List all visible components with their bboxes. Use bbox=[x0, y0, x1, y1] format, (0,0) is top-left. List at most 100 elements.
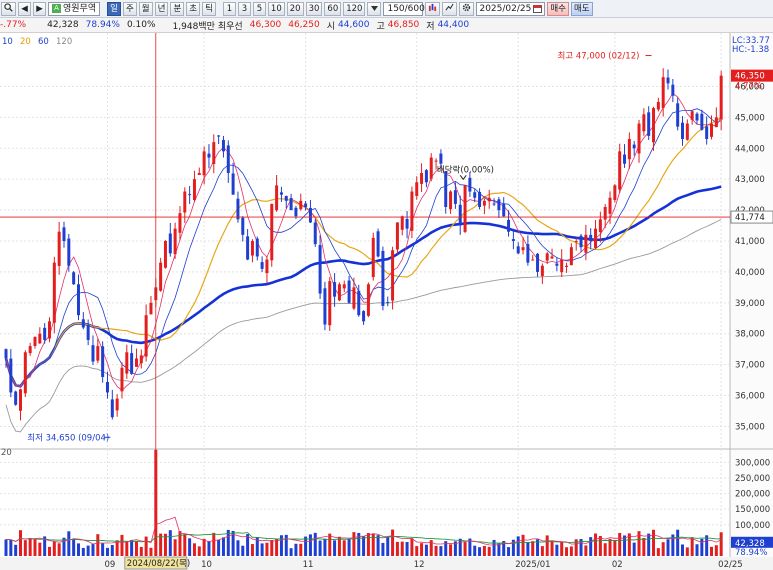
date-axis-label: 12 bbox=[414, 560, 425, 570]
date-axis-label: 02/25 bbox=[718, 560, 743, 570]
volume-bar bbox=[207, 541, 211, 556]
volume-bar bbox=[246, 534, 250, 556]
chart-background bbox=[0, 33, 773, 570]
volume-bar bbox=[521, 534, 525, 556]
volume-bar bbox=[695, 544, 699, 556]
search-icon[interactable] bbox=[1, 1, 16, 16]
volume-bar bbox=[661, 542, 665, 556]
gear-icon[interactable] bbox=[459, 1, 475, 16]
price-axis-label: 41,000 bbox=[735, 237, 765, 247]
period-month[interactable]: 월 bbox=[138, 1, 153, 16]
date-axis-background bbox=[0, 557, 773, 570]
period-second[interactable]: 초 bbox=[186, 1, 201, 16]
volume-bar bbox=[676, 529, 680, 556]
next-stock-button[interactable]: ▶ bbox=[33, 1, 46, 16]
low-label: 저 bbox=[426, 21, 435, 32]
date-axis-label: 10 bbox=[201, 560, 212, 570]
volume-bar bbox=[265, 542, 269, 556]
price-axis-label: 39,000 bbox=[735, 299, 765, 309]
candle-body bbox=[376, 231, 380, 257]
low-marker: 최저 34,650 (09/04) bbox=[27, 432, 109, 443]
candle-body bbox=[260, 262, 264, 269]
interval-30[interactable]: 30 bbox=[305, 1, 323, 16]
volume-bar bbox=[337, 536, 341, 556]
price-axis-label: 38,000 bbox=[735, 330, 765, 340]
volume-bar bbox=[565, 547, 569, 556]
period-week[interactable]: 주 bbox=[122, 1, 137, 16]
chart-type-icon[interactable] bbox=[425, 1, 441, 16]
stock-name-input[interactable]: A 영원무역 bbox=[48, 1, 101, 16]
candle-body bbox=[91, 345, 95, 362]
volume-bar bbox=[685, 547, 689, 556]
candle-body bbox=[671, 84, 675, 96]
ma-legend-item: 120 bbox=[56, 37, 72, 47]
interval-3[interactable]: 3 bbox=[237, 1, 251, 16]
volume-bar bbox=[86, 545, 90, 556]
candle-body bbox=[265, 259, 269, 274]
volume-bar bbox=[395, 541, 399, 556]
period-day[interactable]: 일 bbox=[107, 1, 121, 16]
prev-stock-button[interactable]: ◀ bbox=[18, 1, 31, 16]
candle-body bbox=[86, 324, 90, 340]
current-price-tag: 46,350 bbox=[735, 72, 765, 82]
sell-button[interactable]: 매도 bbox=[570, 1, 593, 16]
candle-body bbox=[623, 154, 627, 164]
candle-body bbox=[458, 204, 462, 226]
candle-body bbox=[33, 336, 37, 346]
candle-body bbox=[647, 112, 651, 136]
chart-toolbar: ◀ ▶ A 영원무역 일 주 월 년 분 초 틱 1 3 5 10 20 30 6… bbox=[0, 0, 773, 18]
candle-body bbox=[482, 200, 486, 206]
volume-pane-label: 20 bbox=[1, 448, 12, 458]
candle-body bbox=[337, 284, 341, 301]
candle-body bbox=[381, 250, 385, 306]
high-price: 46,850 bbox=[387, 20, 420, 30]
volume-bar bbox=[76, 543, 80, 556]
price-chart[interactable]: 46,00045,00044,00043,00042,00041,00040,0… bbox=[0, 33, 773, 570]
volume-bar bbox=[318, 540, 322, 556]
candle-body bbox=[342, 284, 346, 289]
volume-bar bbox=[279, 535, 283, 556]
interval-1[interactable]: 1 bbox=[222, 1, 236, 16]
interval-120[interactable]: 120 bbox=[343, 1, 366, 16]
count-input[interactable]: 150/600 bbox=[383, 1, 425, 16]
interval-60[interactable]: 60 bbox=[324, 1, 342, 16]
volume-bar bbox=[241, 545, 245, 556]
interval-20[interactable]: 20 bbox=[286, 1, 304, 16]
date-input[interactable]: 2025/02/25 bbox=[476, 1, 546, 16]
period-year[interactable]: 년 bbox=[154, 1, 169, 16]
candle-body bbox=[4, 349, 8, 359]
candle-body bbox=[632, 144, 636, 149]
high-label: 고 bbox=[376, 21, 385, 32]
volume-bar bbox=[120, 534, 124, 556]
period-tick[interactable]: 틱 bbox=[202, 1, 216, 16]
period-minute[interactable]: 분 bbox=[170, 1, 185, 16]
zoom-icon[interactable] bbox=[442, 1, 458, 16]
volume-bar bbox=[188, 538, 192, 556]
candle-body bbox=[250, 241, 254, 256]
volume-bar bbox=[589, 537, 593, 556]
candle-body bbox=[347, 280, 351, 303]
candle-body bbox=[163, 241, 167, 268]
candle-body bbox=[43, 327, 47, 340]
candle-body bbox=[226, 145, 230, 173]
volume-pct-tag: 78.94% bbox=[735, 548, 767, 558]
calendar-icon[interactable] bbox=[533, 4, 543, 13]
candle-body bbox=[284, 195, 288, 201]
candle-body bbox=[202, 151, 206, 176]
candle-body bbox=[149, 302, 153, 315]
candle-body bbox=[173, 228, 177, 255]
candle-body bbox=[125, 352, 129, 374]
interval-dropdown-button[interactable] bbox=[367, 1, 382, 16]
buy-button[interactable]: 매수 bbox=[547, 1, 569, 16]
candle-body bbox=[130, 353, 134, 374]
candle-body bbox=[188, 194, 192, 196]
candle-body bbox=[710, 123, 714, 137]
volume-bar bbox=[192, 543, 196, 556]
interval-5[interactable]: 5 bbox=[252, 1, 266, 16]
interval-10[interactable]: 10 bbox=[267, 1, 285, 16]
quote-bar: -.77% 42,328 78.94% 0.10% 1,948백만 최우선 46… bbox=[0, 18, 773, 33]
volume-bar bbox=[710, 546, 714, 556]
candle-body bbox=[400, 216, 404, 230]
volume-bar bbox=[125, 541, 129, 556]
volume-ratio: 78.94% bbox=[85, 20, 120, 30]
